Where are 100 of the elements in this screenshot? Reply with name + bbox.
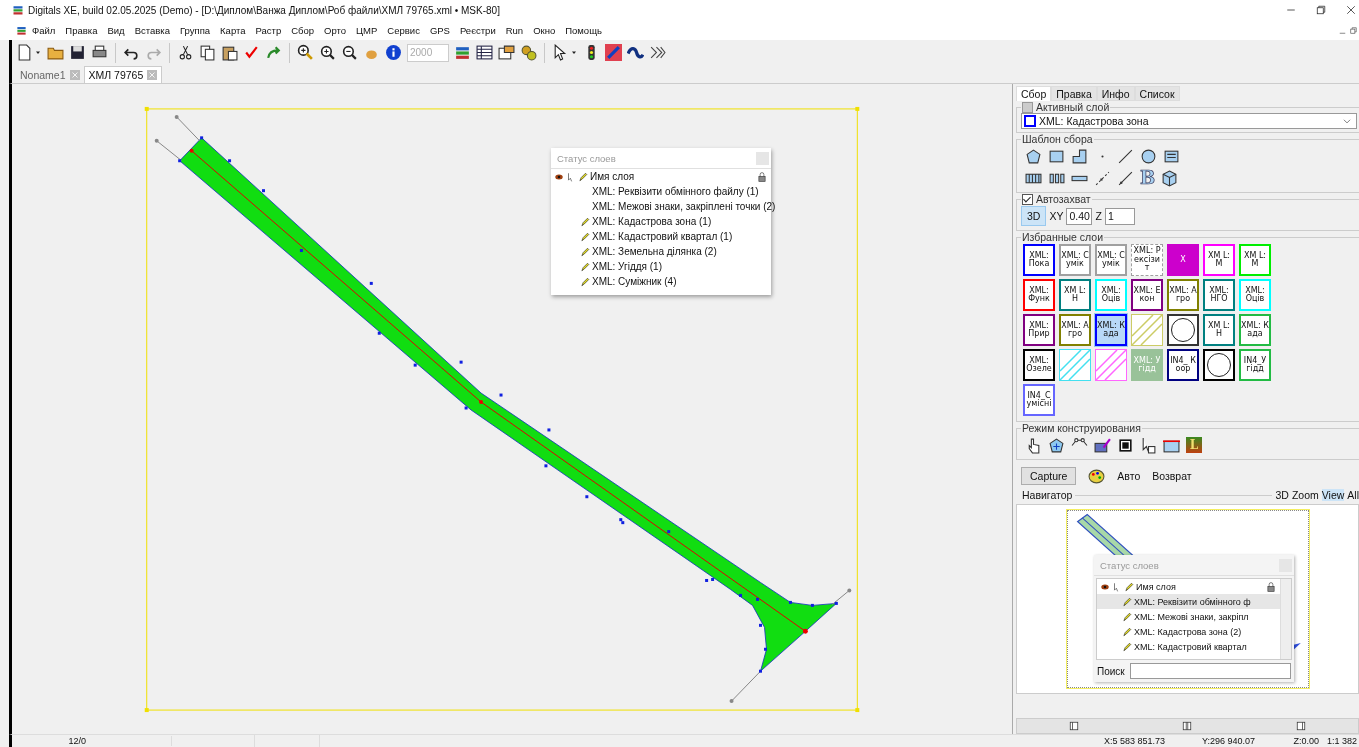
square-icon[interactable] [1117, 436, 1134, 454]
layer-swatch[interactable]: XML: Када [1239, 314, 1271, 346]
navigator-mode[interactable]: Zoom [1291, 489, 1319, 501]
close-icon[interactable] [1345, 4, 1357, 16]
layer-swatch[interactable]: XML: Сумік [1059, 244, 1091, 276]
collapse-toggle[interactable] [1022, 101, 1033, 113]
layer-item[interactable]: XML: Реквізити обмінного ф [1097, 594, 1280, 609]
layer-swatch[interactable]: XML: НГО [1203, 279, 1235, 311]
mode-toggle[interactable]: 3D [1021, 206, 1047, 226]
info-icon[interactable] [385, 44, 402, 61]
layer-item[interactable]: XML: Реквізити обмінного файлу (1) [592, 186, 759, 197]
restore-icon[interactable] [1315, 4, 1327, 16]
layer-swatch[interactable]: XM L: H [1203, 314, 1235, 346]
layer-swatch[interactable]: XML: Сумік [1095, 244, 1127, 276]
navigator-mode[interactable]: 3D [1275, 489, 1289, 501]
layer-item[interactable]: XML: Суміжник (4) [592, 276, 677, 287]
menu-item[interactable]: Файл [27, 24, 61, 36]
layer-swatch[interactable]: XML: Агро [1059, 314, 1091, 346]
menu-item[interactable]: Вид [102, 24, 130, 36]
layer-swatch[interactable]: XM L: M [1239, 244, 1271, 276]
panel-tab[interactable]: Сбор [1016, 86, 1052, 101]
navigator-mode[interactable]: All [1347, 489, 1359, 501]
layer-item[interactable]: XML: Кадастровий квартал [1097, 639, 1280, 654]
curved-arrow-icon[interactable] [265, 44, 282, 61]
layer-item[interactable]: XML: Межові знаки, закріпл [1097, 609, 1280, 624]
layer-item[interactable]: XML: Межові знаки, закріплені точки (2) [592, 201, 776, 212]
layer-swatch[interactable]: X [1167, 244, 1199, 276]
layer-swatch[interactable]: XML: Озеле [1023, 349, 1055, 381]
layer-item[interactable]: XML: Кадастрова зона (2) [1097, 624, 1280, 639]
layers-icon[interactable] [454, 44, 471, 61]
menu-item[interactable]: ЦМР [351, 24, 383, 36]
add-node-icon[interactable] [1048, 436, 1065, 454]
menu-item[interactable]: Сбор [286, 24, 320, 36]
table-icon[interactable] [476, 44, 493, 61]
layer-swatch[interactable]: XML: P ексізит [1131, 244, 1163, 276]
menu-item[interactable]: Группа [174, 24, 216, 36]
dashed-line-icon[interactable] [1094, 169, 1111, 187]
dropdown-caret-icon[interactable] [1342, 116, 1352, 126]
curve-icon[interactable] [627, 44, 644, 61]
return-button[interactable]: Возврат [1152, 470, 1192, 482]
menu-item[interactable]: Помощь [560, 24, 607, 36]
layer-swatch[interactable]: XML: Прир [1023, 314, 1055, 346]
new-document-icon[interactable] [16, 44, 33, 61]
pentagon-icon[interactable] [1025, 147, 1042, 165]
document-tab[interactable]: ХМЛ 79765 [83, 66, 163, 83]
panel-tab[interactable]: Список [1134, 86, 1180, 101]
line-icon[interactable] [1117, 147, 1134, 165]
menu-item[interactable]: Правка [60, 24, 103, 36]
layer-swatch[interactable]: XM L: M [1203, 244, 1235, 276]
zoom-window-icon[interactable] [297, 44, 314, 61]
arrows-icon[interactable] [649, 44, 666, 61]
layer-swatch[interactable]: XML: Функ [1023, 279, 1055, 311]
zoom-out-icon[interactable] [341, 44, 358, 61]
copy-icon[interactable] [199, 44, 216, 61]
cube-icon[interactable] [1161, 169, 1179, 187]
input-field[interactable]: 0.40 [1066, 207, 1093, 225]
layer-swatch[interactable] [1167, 314, 1199, 346]
layer-item[interactable]: XML: Кадастрова зона (1) [592, 216, 712, 227]
document-tab[interactable]: Noname1 [16, 67, 84, 83]
layer-swatch[interactable]: XML: Пока [1023, 244, 1055, 276]
panel-split-icon[interactable] [1181, 720, 1194, 732]
cut-icon[interactable] [177, 44, 194, 61]
ruler-pencil-icon[interactable] [1094, 436, 1111, 454]
capture-button[interactable]: Capture [1021, 467, 1077, 485]
select-cursor-icon[interactable] [552, 44, 569, 61]
layer-item[interactable]: XML: Кадастровий квартал (1) [592, 231, 733, 242]
layer-swatch[interactable]: XML: Агро [1167, 279, 1199, 311]
layer-dropdown[interactable]: XML: Кадастрова зона [1021, 113, 1357, 129]
paste-icon[interactable] [221, 44, 238, 61]
layer-item[interactable]: XML: Угіддя (1) [592, 261, 662, 272]
checkmark-icon[interactable] [243, 44, 260, 61]
panel-left-icon[interactable] [1067, 720, 1080, 732]
layer-item[interactable]: XML: Земельна ділянка (2) [592, 246, 717, 257]
search-field[interactable] [1129, 663, 1291, 679]
layer-swatch[interactable]: XM L: H [1059, 279, 1091, 311]
input-field[interactable]: 1 [1104, 207, 1135, 225]
layer-swatch[interactable]: IN4_ Коор [1167, 349, 1199, 381]
layer-swatch[interactable]: IN4_У гідд [1239, 349, 1271, 381]
layer-swatch[interactable] [1203, 349, 1235, 381]
menu-item[interactable]: Run [500, 24, 529, 36]
layer-swatch[interactable]: XML: Екон [1131, 279, 1163, 311]
properties-icon[interactable] [498, 44, 515, 61]
gears-icon[interactable] [520, 44, 537, 61]
menu-item[interactable]: Реєстри [454, 24, 501, 36]
menu-item[interactable]: Вставка [129, 24, 175, 36]
checkbox[interactable] [1022, 193, 1033, 205]
panel-right-icon[interactable] [1295, 720, 1308, 732]
menu-item[interactable]: Растр [250, 24, 287, 36]
step-shape-icon[interactable] [1071, 147, 1088, 165]
layer-swatch[interactable]: XML: Оців [1239, 279, 1271, 311]
palette-icon[interactable] [1088, 467, 1106, 485]
menu-item[interactable]: Орто [319, 24, 352, 36]
menu-item[interactable]: Окно [528, 24, 561, 36]
panel-tab[interactable]: Инфо [1096, 86, 1135, 101]
cursor-node-icon[interactable] [1140, 436, 1157, 454]
navigator-mode[interactable]: View [1321, 489, 1345, 501]
scrollbar[interactable] [1280, 579, 1291, 659]
layer-swatch[interactable] [1095, 349, 1127, 381]
save-icon[interactable] [69, 44, 86, 61]
segment-icon[interactable] [1117, 169, 1134, 187]
